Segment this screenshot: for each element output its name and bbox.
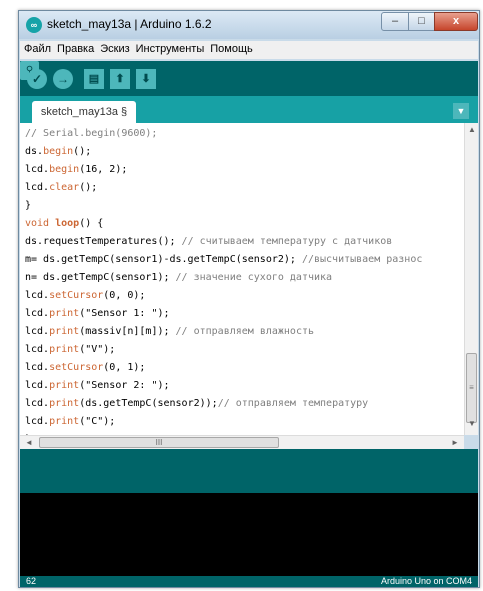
menu-sketch[interactable]: Эскиз — [96, 41, 131, 55]
new-sketch-button[interactable]: ▤ — [84, 69, 104, 89]
code-keyword: setCursor — [49, 290, 104, 301]
title-bar[interactable]: ∞ sketch_may13a | Arduino 1.6.2 – □ x — [19, 11, 479, 39]
toolbar: ✓ → ▤ ⬆ ⬇ ⚲ — [20, 61, 478, 96]
code-text: (ds.getTempC(sensor2)); — [79, 398, 218, 409]
code-comment: //высчитываем разнос — [301, 254, 423, 265]
code-text: (0, 0); — [103, 290, 146, 301]
code-line-1: // Serial.begin(9600); — [25, 125, 157, 143]
code-keyword: print — [49, 380, 80, 391]
scroll-left-arrow-icon[interactable]: ◄ — [22, 436, 36, 450]
code-text: lcd. — [25, 290, 50, 301]
code-line-15: lcd.print("Sensor 2: "); — [25, 377, 170, 395]
code-text: ds. — [25, 146, 44, 157]
status-bar: 62 Arduino Uno on COM4 — [20, 576, 478, 587]
menu-tools[interactable]: Инструменты — [132, 41, 207, 55]
code-text: lcd. — [25, 344, 50, 355]
code-function-name: loop — [55, 218, 80, 229]
message-area — [20, 449, 478, 493]
code-keyword: print — [49, 326, 80, 337]
code-line-3: lcd.begin(16, 2); — [25, 161, 127, 179]
code-text: m= ds.getTempC(sensor1)-ds.getTempC(sens… — [25, 254, 302, 265]
code-keyword: begin — [43, 146, 74, 157]
code-line-9: n= ds.getTempC(sensor1); // значение сух… — [25, 269, 332, 287]
code-comment: // отправляем влажность — [175, 326, 315, 337]
tab-menu-chevron-down-icon[interactable]: ▼ — [453, 103, 469, 119]
code-line-7: ds.requestTemperatures(); // считываем т… — [25, 233, 392, 251]
code-keyword: print — [49, 416, 80, 427]
code-text: ("V"); — [79, 344, 116, 355]
code-line-5: } — [25, 200, 32, 211]
code-text: lcd. — [25, 326, 50, 337]
code-text: ("Sensor 2: "); — [79, 380, 170, 391]
tab-sketch[interactable]: sketch_may13a § — [32, 101, 136, 123]
menu-file[interactable]: Файл — [20, 41, 53, 55]
code-comment: // считываем температуру с датчиков — [181, 236, 393, 247]
code-text: ("C"); — [79, 416, 116, 427]
code-text: lcd. — [25, 416, 50, 427]
menu-edit[interactable]: Правка — [53, 41, 96, 55]
line-number: 62 — [26, 576, 37, 586]
code-text: lcd. — [25, 164, 50, 175]
console-output[interactable] — [20, 493, 478, 576]
code-line-4: lcd.clear(); — [25, 179, 97, 197]
code-line-14: lcd.setCursor(0, 1); — [25, 359, 145, 377]
upload-button[interactable]: → — [53, 69, 73, 89]
code-text: ds.requestTemperatures(); — [25, 236, 182, 247]
code-text: () { — [79, 218, 104, 229]
code-text: (); — [79, 182, 98, 193]
code-text: (massiv[n][m]); — [79, 326, 176, 337]
scroll-right-arrow-icon[interactable]: ► — [448, 436, 462, 450]
menu-help[interactable]: Помощь — [206, 41, 255, 55]
code-line-2: ds.begin(); — [25, 143, 91, 161]
minimize-button[interactable]: – — [381, 12, 409, 31]
code-keyword: begin — [49, 164, 80, 175]
board-port-label: Arduino Uno on COM4 — [380, 576, 472, 586]
horizontal-scrollbar[interactable]: ◄ III ► — [20, 435, 464, 449]
window-title: sketch_may13a | Arduino 1.6.2 — [47, 17, 212, 31]
code-line-17: lcd.print("C"); — [25, 413, 115, 431]
vertical-scroll-thumb[interactable]: ≡ — [466, 353, 477, 423]
code-line-6: void loop() { — [25, 215, 103, 233]
code-text: (16, 2); — [79, 164, 128, 175]
code-comment: // отправляем температуру — [217, 398, 369, 409]
code-line-13: lcd.print("V"); — [25, 341, 115, 359]
code-keyword: print — [49, 344, 80, 355]
code-text: lcd. — [25, 398, 50, 409]
code-line-8: m= ds.getTempC(sensor1)-ds.getTempC(sens… — [25, 251, 422, 269]
code-text: lcd. — [25, 362, 50, 373]
code-editor[interactable]: // Serial.begin(9600); ds.begin(); lcd.b… — [20, 123, 464, 435]
code-line-12: lcd.print(massiv[n][m]); // отправляем в… — [25, 323, 314, 341]
save-button[interactable]: ⬇ — [136, 69, 156, 89]
code-keyword: setCursor — [49, 362, 104, 373]
arduino-logo-icon: ∞ — [26, 17, 42, 33]
code-text: ("Sensor 1: "); — [79, 308, 170, 319]
code-text: lcd. — [25, 308, 50, 319]
code-keyword: print — [49, 398, 80, 409]
code-keyword: clear — [49, 182, 80, 193]
code-text: n= ds.getTempC(sensor1); — [25, 272, 176, 283]
menu-bar: Файл Правка Эскиз Инструменты Помощь — [20, 41, 478, 59]
code-comment: // значение сухого датчика — [175, 272, 333, 283]
code-line-11: lcd.print("Sensor 1: "); — [25, 305, 170, 323]
code-text: lcd. — [25, 182, 50, 193]
tab-bar: sketch_may13a § ▼ — [20, 96, 478, 123]
code-comment: // Serial.begin(9600); — [25, 128, 158, 139]
code-text: (); — [73, 146, 92, 157]
code-keyword: void — [25, 218, 56, 229]
verify-button[interactable]: ✓ — [27, 69, 47, 89]
horizontal-scroll-thumb[interactable]: III — [39, 437, 279, 448]
code-keyword: print — [49, 308, 80, 319]
code-text: (0, 1); — [103, 362, 146, 373]
arduino-window: ∞ sketch_may13a | Arduino 1.6.2 – □ x Фа… — [18, 10, 480, 588]
scroll-down-arrow-icon[interactable]: ▼ — [465, 419, 479, 433]
code-line-10: lcd.setCursor(0, 0); — [25, 287, 145, 305]
open-button[interactable]: ⬆ — [110, 69, 130, 89]
code-line-16: lcd.print(ds.getTempC(sensor2));// отпра… — [25, 395, 368, 413]
vertical-scrollbar[interactable]: ▲ ≡ ▼ — [464, 123, 478, 435]
maximize-button[interactable]: □ — [408, 12, 435, 31]
close-button[interactable]: x — [434, 12, 478, 31]
code-text: lcd. — [25, 380, 50, 391]
scroll-up-arrow-icon[interactable]: ▲ — [465, 125, 479, 139]
